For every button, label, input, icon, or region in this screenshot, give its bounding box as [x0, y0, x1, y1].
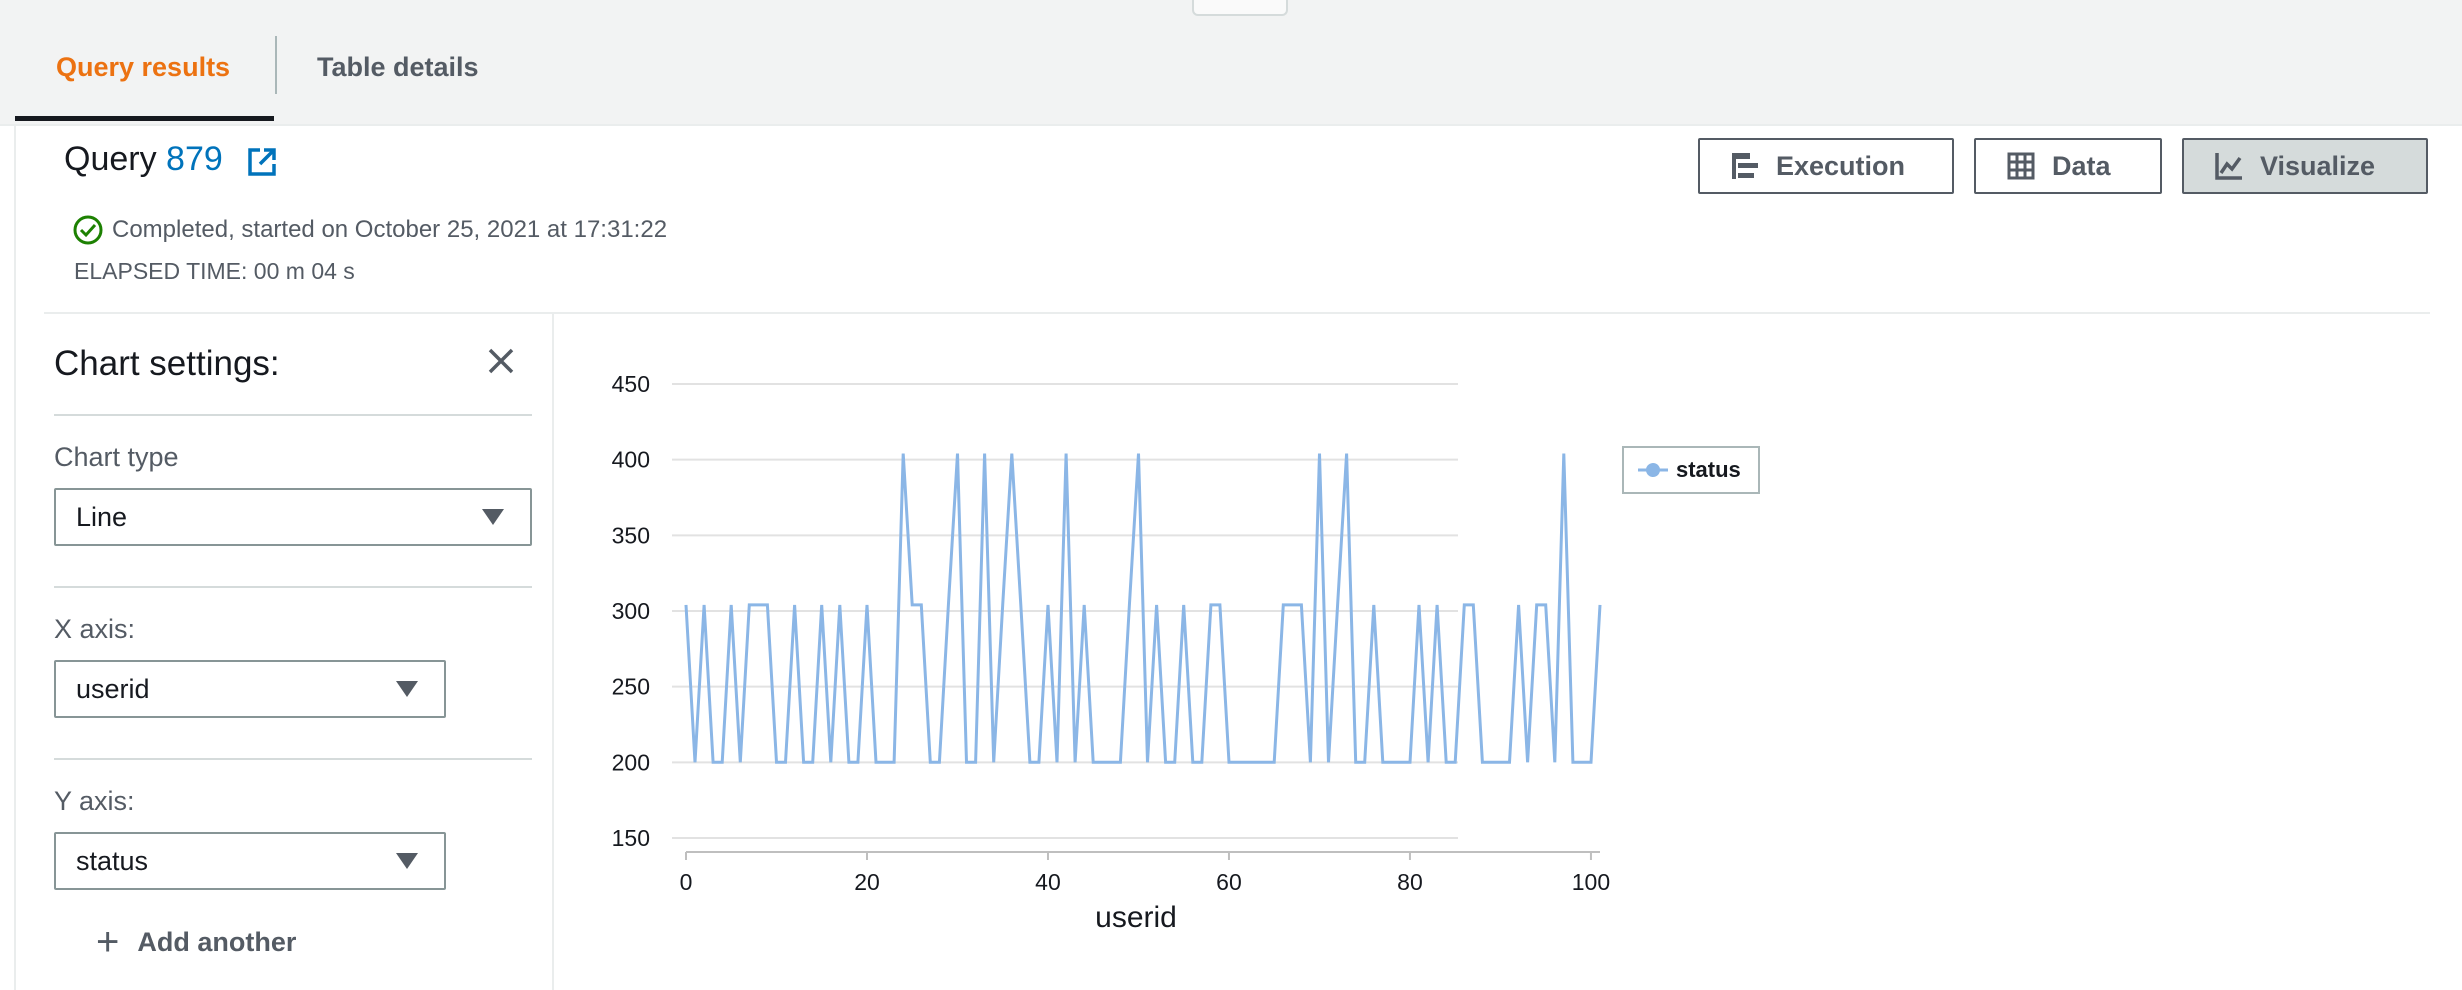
active-tab-indicator	[15, 116, 274, 121]
y-tick-label: 450	[612, 371, 650, 397]
x-axis-value: userid	[76, 673, 150, 704]
x-axis-title: userid	[1095, 901, 1177, 934]
y-axis-label: Y axis:	[54, 786, 135, 816]
table-icon	[2007, 152, 2035, 180]
query-id-link[interactable]: 879	[166, 140, 223, 178]
caret-down-icon	[396, 681, 418, 697]
line-chart-icon	[2215, 153, 2242, 180]
panel-edge	[14, 124, 16, 990]
x-axis-ticks: 0 20 40 60 80 100	[680, 851, 1610, 895]
chart-type-label: Chart type	[54, 442, 179, 472]
y-axis-select[interactable]: status	[54, 832, 446, 890]
resize-handle[interactable]	[1192, 0, 1288, 16]
chart-type-value: Line	[76, 501, 128, 532]
panel-divider	[54, 414, 532, 416]
x-tick-label: 20	[854, 869, 880, 895]
visualize-button-label: Visualize	[2260, 150, 2376, 181]
external-link-icon[interactable]	[246, 146, 278, 178]
elapsed-time: ELAPSED TIME: 00 m 04 s	[74, 258, 355, 284]
execution-icon	[1732, 153, 1758, 179]
execution-button[interactable]: Execution	[1698, 138, 1954, 194]
execution-button-label: Execution	[1776, 150, 1906, 181]
section-divider	[44, 312, 2430, 314]
y-axis-value: status	[76, 845, 149, 876]
x-tick-label: 40	[1035, 869, 1061, 895]
y-tick-label: 350	[612, 522, 650, 548]
query-title: Query 879	[64, 140, 223, 179]
x-tick-label: 60	[1216, 869, 1242, 895]
x-tick-label: 0	[680, 869, 693, 895]
y-axis-ticks: 150 200 250 300 350 400 450	[612, 371, 650, 851]
caret-down-icon	[396, 853, 418, 869]
data-button-label: Data	[2052, 150, 2111, 181]
panel-divider	[54, 586, 532, 588]
x-axis-label: X axis:	[54, 614, 136, 644]
plus-icon: +	[96, 920, 120, 964]
add-another-button[interactable]: + Add another	[96, 922, 296, 962]
visualize-button[interactable]: Visualize	[2182, 138, 2428, 194]
caret-down-icon	[482, 509, 504, 525]
panel-divider	[54, 758, 532, 760]
y-tick-label: 250	[612, 674, 650, 700]
query-status: Completed, started on October 25, 2021 a…	[112, 216, 668, 243]
y-tick-label: 400	[612, 447, 650, 473]
query-title-prefix: Query	[64, 140, 157, 178]
results-tab-bar: Query results Table details	[0, 0, 2462, 126]
settings-divider	[552, 314, 554, 990]
add-another-label: Add another	[137, 926, 297, 957]
x-tick-label: 100	[1572, 869, 1610, 895]
x-tick-label: 80	[1397, 869, 1423, 895]
check-circle-icon	[73, 215, 103, 245]
series-line-status	[684, 453, 1602, 764]
data-button[interactable]: Data	[1974, 138, 2162, 194]
line-chart: 150 200 250 300 350 400 450 0 20 40 60 80 100 useri…	[612, 371, 1611, 934]
tab-query-results[interactable]: Query results	[56, 52, 230, 83]
y-tick-label: 200	[612, 749, 650, 775]
tab-table-details[interactable]: Table details	[317, 52, 479, 83]
legend-label: status	[1676, 457, 1741, 482]
chart-gridlines	[672, 383, 1458, 839]
close-icon[interactable]	[486, 346, 516, 376]
tab-divider	[275, 36, 277, 94]
chart-type-select[interactable]: Line	[54, 488, 532, 546]
legend-line-marker	[1638, 463, 1668, 477]
x-axis-select[interactable]: userid	[54, 660, 446, 718]
y-tick-label: 300	[612, 598, 650, 624]
chart-legend: status	[1622, 446, 1760, 494]
chart-settings-title: Chart settings:	[54, 344, 280, 383]
y-tick-label: 150	[612, 825, 650, 851]
